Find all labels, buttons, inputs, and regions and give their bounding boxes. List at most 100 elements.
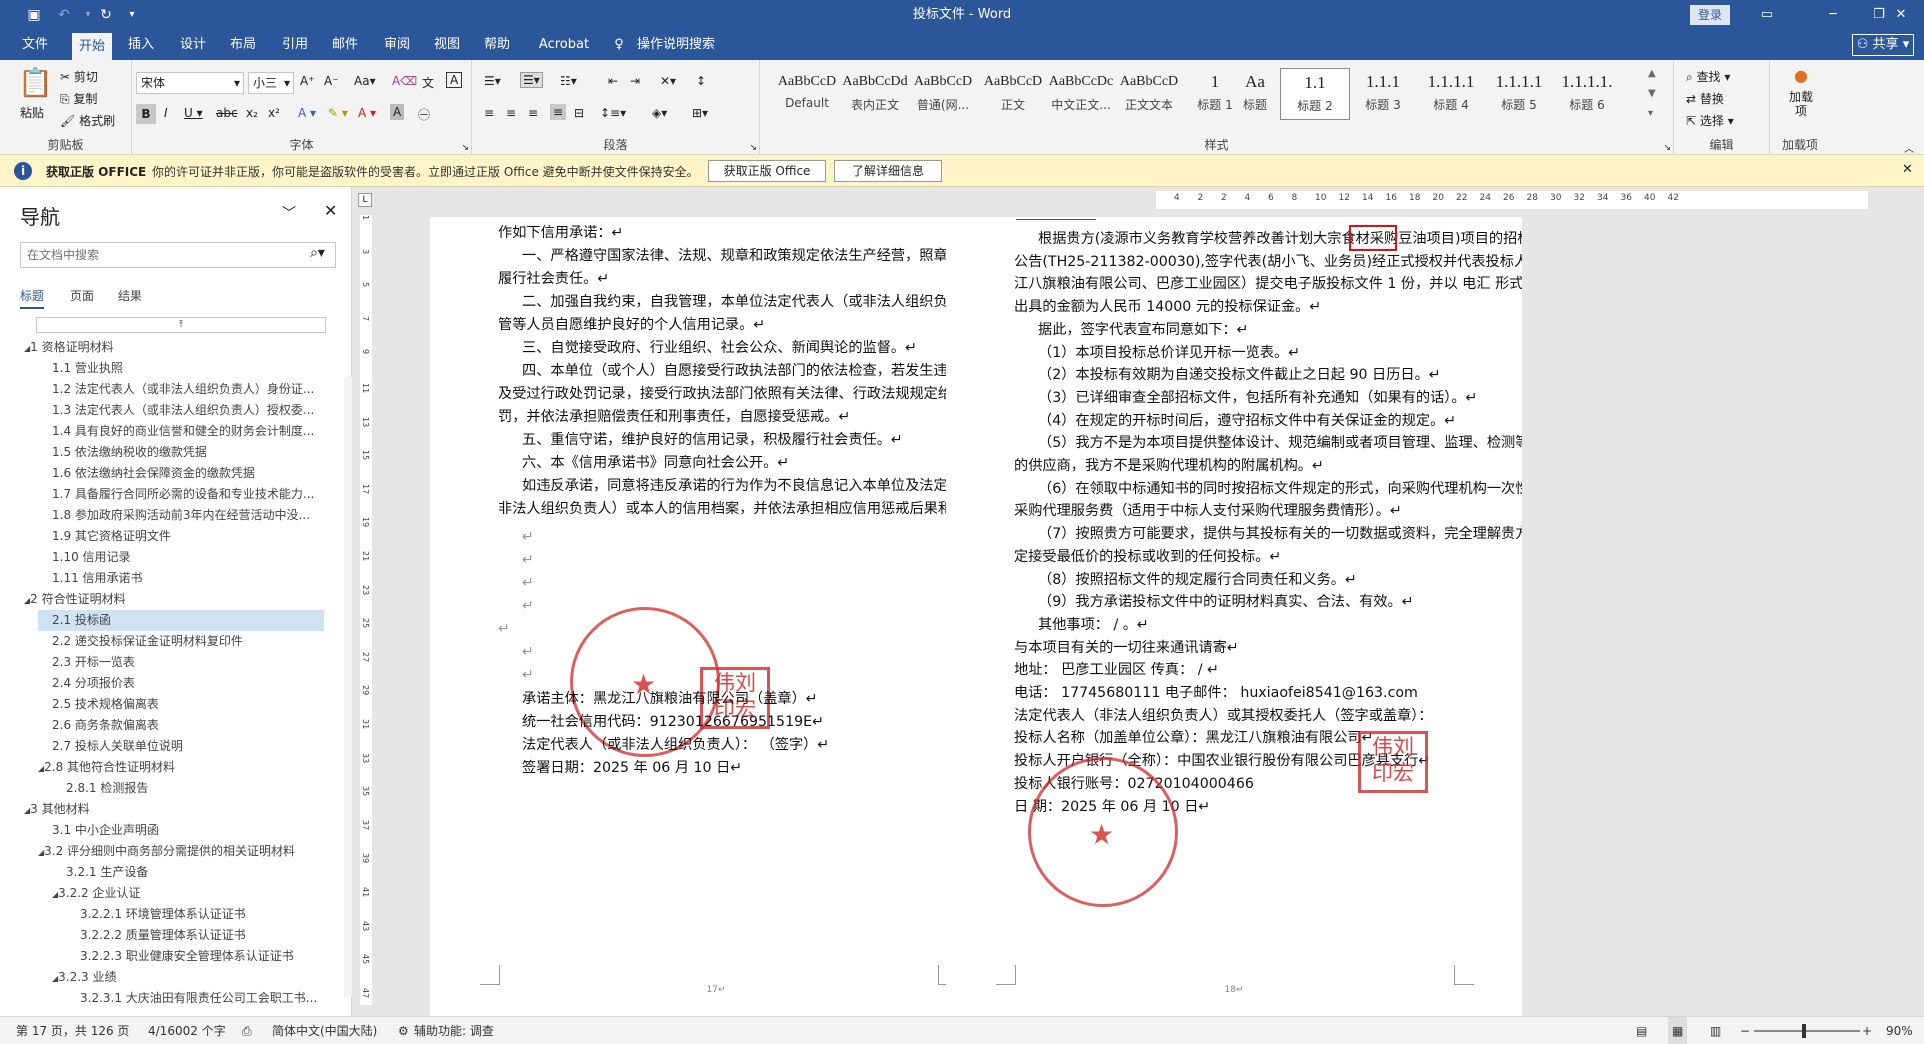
nav-tab-pages[interactable]: 页面	[70, 287, 94, 304]
nav-item[interactable]: 2.1 投标函	[38, 610, 324, 631]
tab-home[interactable]: 开始	[72, 33, 112, 60]
tab-help[interactable]: 帮助	[480, 30, 514, 60]
nav-item[interactable]: 1.8 参加政府采购活动前3年内在经营活动中没...	[38, 505, 324, 526]
addin-icon[interactable]: ●	[1794, 66, 1808, 85]
copy-button[interactable]: ⎘ 复制	[60, 90, 97, 107]
char-shading-icon[interactable]: A	[390, 104, 405, 120]
sort-icon[interactable]: ↕	[696, 74, 706, 88]
tab-references[interactable]: 引用	[278, 30, 312, 60]
tab-file[interactable]: 文件	[18, 30, 52, 60]
char-border-icon[interactable]: A	[446, 72, 463, 88]
tab-stop-selector[interactable]: L	[358, 193, 372, 207]
multilevel-list-icon[interactable]: ☷▾	[560, 74, 577, 88]
nav-item[interactable]: ◢2 符合性证明材料	[24, 589, 324, 610]
style-2[interactable]: AaBbCcDd 表内正文	[840, 68, 910, 120]
print-layout-icon[interactable]: ▦	[1668, 1017, 1688, 1044]
highlight-icon[interactable]: ✎ ▾	[328, 106, 348, 120]
scroll-top-icon[interactable]: ⤒	[36, 317, 326, 333]
align-left-icon[interactable]: ≡	[484, 106, 494, 120]
nav-item[interactable]: 2.5 技术规格偏离表	[38, 694, 324, 715]
find-button[interactable]: ⌕ 查找 ▾	[1686, 68, 1730, 85]
nav-item[interactable]: 3.1 中小企业声明函	[38, 820, 324, 841]
strikethrough-icon[interactable]: abc	[216, 106, 238, 120]
zoom-out-icon[interactable]: −	[1740, 1017, 1750, 1044]
font-name-select[interactable]: 宋体 ▾	[136, 72, 244, 94]
paste-button[interactable]: 粘贴	[20, 104, 44, 121]
tab-review[interactable]: 审阅	[380, 30, 414, 60]
bold-icon[interactable]: B	[136, 104, 156, 124]
style-13[interactable]: 1.1.1.1. 标题 6	[1552, 68, 1622, 120]
zoom-level[interactable]: 90%	[1886, 1017, 1913, 1044]
get-genuine-button[interactable]: 获取正版 Office	[708, 160, 826, 182]
dialog-launcher-icon[interactable]: ↘	[1663, 143, 1671, 153]
nav-item[interactable]: 1.7 具备履行合同所必需的设备和专业技术能力...	[38, 484, 324, 505]
web-layout-icon[interactable]: ▥	[1710, 1017, 1721, 1044]
share-button[interactable]: ⚇ 共享 ▾	[1852, 34, 1914, 56]
nav-item[interactable]: 1.4 具有良好的商业信誉和健全的财务会计制度...	[38, 421, 324, 442]
nav-item[interactable]: 1.10 信用记录	[38, 547, 324, 568]
close-nav-icon[interactable]: ✕	[324, 201, 337, 220]
nav-item[interactable]: 2.6 商务条款偏离表	[38, 715, 324, 736]
scroll-up-icon[interactable]: ▲	[1648, 68, 1656, 79]
align-center-icon[interactable]: ≡	[506, 106, 516, 120]
scroll-down-icon[interactable]: ▼	[1648, 88, 1656, 99]
collapse-ribbon-icon[interactable]: ︿	[1904, 140, 1914, 155]
dialog-launcher-icon[interactable]: ↘	[461, 143, 469, 153]
ribbon-display-icon[interactable]: ▭	[1744, 0, 1790, 30]
nav-item[interactable]: 1.2 法定代表人（或非法人组织负责人）身份证...	[38, 379, 324, 400]
nav-item[interactable]: 3.2.3.1 大庆油田有限责任公司工会职工书...	[66, 988, 324, 1009]
shrink-font-icon[interactable]: A⁻	[324, 74, 339, 88]
accessibility-status[interactable]: 辅助功能: 调查	[414, 1017, 494, 1044]
nav-item[interactable]: 1.1 营业执照	[38, 358, 324, 379]
nav-item[interactable]: ◢3.2.3 业绩	[52, 967, 324, 988]
style-4[interactable]: AaBbCcD 正文	[978, 68, 1048, 120]
nav-item[interactable]: 3.2.2.1 环境管理体系认证证书	[66, 904, 324, 925]
style-11[interactable]: 1.1.1.1 标题 4	[1416, 68, 1486, 120]
nav-search-input[interactable]	[20, 242, 336, 268]
format-painter-button[interactable]: 🖌 格式刷	[60, 112, 115, 129]
nav-item[interactable]: 1.5 依法缴纳税收的缴款凭据	[38, 442, 324, 463]
font-color-icon[interactable]: A ▾	[358, 106, 376, 120]
style-12[interactable]: 1.1.1.1 标题 5	[1484, 68, 1554, 120]
nav-tab-results[interactable]: 结果	[118, 287, 142, 304]
grow-font-icon[interactable]: A⁺	[300, 74, 315, 88]
decrease-indent-icon[interactable]: ⇤	[608, 74, 618, 88]
learn-more-button[interactable]: 了解详细信息	[834, 160, 942, 182]
nav-item[interactable]: ◢3.2.2 企业认证	[52, 883, 324, 904]
nav-scrollbar[interactable]	[344, 377, 352, 997]
zoom-in-icon[interactable]: +	[1862, 1017, 1872, 1044]
proofing-icon[interactable]: ⎙	[242, 1017, 252, 1044]
nav-item[interactable]: 1.11 信用承诺书	[38, 568, 324, 589]
login-button[interactable]: 登录	[1690, 5, 1730, 25]
close-window-icon[interactable]: ✕	[1878, 0, 1924, 30]
word-count[interactable]: 4/16002 个字	[148, 1017, 226, 1044]
nav-item[interactable]: 2.4 分项报价表	[38, 673, 324, 694]
nav-item[interactable]: 2.7 投标人关联单位说明	[38, 736, 324, 757]
nav-item[interactable]: 2.2 递交投标保证金证明材料复印件	[38, 631, 324, 652]
nav-item[interactable]: 3.2.2.2 质量管理体系认证证书	[66, 925, 324, 946]
style-6[interactable]: AaBbCcD 正文文本	[1114, 68, 1184, 120]
nav-tab-headings[interactable]: 标题	[20, 287, 45, 309]
bullets-icon[interactable]: ☰▾	[484, 74, 501, 88]
phonetic-guide-icon[interactable]: 文	[422, 74, 434, 91]
align-right-icon[interactable]: ≡	[528, 106, 538, 120]
nav-options-icon[interactable]: ﹀	[282, 203, 296, 223]
addins-button[interactable]: 加载项	[1784, 90, 1818, 118]
style-10[interactable]: 1.1.1 标题 3	[1348, 68, 1418, 120]
nav-item[interactable]: ◢3.2 评分细则中商务部分需提供的相关证明材料	[38, 841, 324, 862]
chinese-layout-icon[interactable]: ✕▾	[660, 74, 676, 88]
subscript-icon[interactable]: x₂	[246, 106, 258, 120]
nav-item[interactable]: 3.2.1 生产设备	[52, 862, 324, 883]
clear-format-icon[interactable]: A⌫	[392, 74, 417, 88]
numbering-icon[interactable]: ☰▾	[520, 72, 543, 88]
close-notice-icon[interactable]: ✕	[1902, 162, 1913, 177]
tab-design[interactable]: 设计	[176, 30, 210, 60]
tab-mailings[interactable]: 邮件	[328, 30, 362, 60]
dialog-launcher-icon[interactable]: ↘	[749, 143, 757, 153]
nav-item[interactable]: 1.9 其它资格证明文件	[38, 526, 324, 547]
distribute-icon[interactable]: ⊟	[574, 106, 584, 120]
cut-button[interactable]: ✂ 剪切	[60, 68, 98, 85]
minimize-icon[interactable]: ─	[1810, 0, 1856, 30]
nav-item[interactable]: 2.3 开标一览表	[38, 652, 324, 673]
search-icon[interactable]: ⌕▾	[310, 245, 325, 261]
